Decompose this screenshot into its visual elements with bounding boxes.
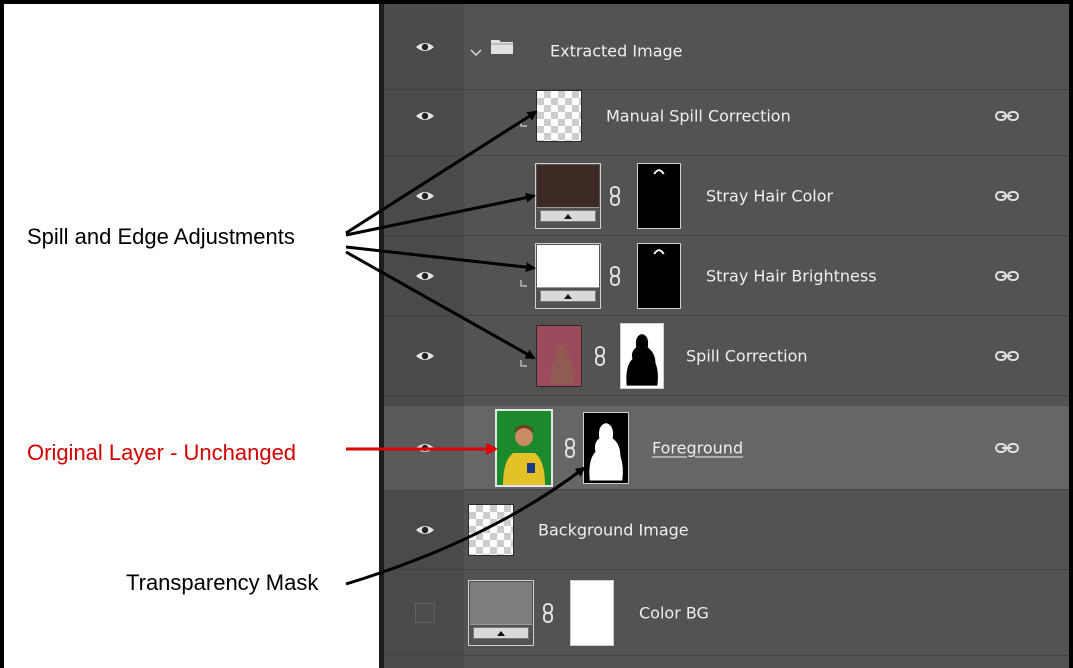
layer-mask-thumbnail[interactable] — [620, 322, 664, 389]
layer-mask-thumbnail[interactable] — [637, 162, 681, 229]
callout-transparency-mask: Transparency Mask — [126, 570, 319, 595]
clip-indicator-icon — [520, 272, 528, 287]
eye-icon[interactable] — [415, 350, 435, 362]
mask-link-icon[interactable] — [594, 345, 606, 366]
visibility-slot — [384, 490, 464, 569]
link-layers-icon[interactable] — [995, 268, 1019, 284]
adjustment-thumbnail[interactable] — [535, 242, 601, 309]
mask-link-icon[interactable] — [609, 265, 621, 286]
color-swatch — [537, 164, 599, 208]
link-layers-icon[interactable] — [995, 108, 1019, 124]
eye-icon[interactable] — [415, 41, 435, 53]
layer-name: Background Image — [538, 520, 689, 539]
layer-thumbnail[interactable] — [536, 324, 582, 387]
layer-name: Color BG — [639, 603, 709, 622]
adjustment-thumbnail[interactable] — [535, 162, 601, 229]
layer-row-foreground[interactable]: Foreground — [384, 406, 1069, 490]
chevron-down-icon[interactable] — [470, 42, 482, 56]
color-swatch — [470, 581, 532, 625]
visibility-slot — [384, 316, 464, 395]
color-swatch — [537, 244, 599, 288]
link-layers-icon[interactable] — [995, 440, 1019, 456]
eye-icon[interactable] — [415, 442, 435, 454]
layer-row-stray-hair-brightness[interactable]: Stray Hair Brightness — [384, 236, 1069, 316]
layer-thumbnail[interactable] — [468, 503, 514, 556]
visibility-slot — [384, 570, 464, 656]
layer-name: Spill Correction — [686, 346, 808, 365]
visibility-slot — [384, 236, 464, 315]
layers-panel: Extracted Image Manual Spill Correction — [384, 4, 1069, 668]
visibility-slot — [384, 406, 464, 490]
layer-thumbnail[interactable] — [536, 89, 582, 142]
layer-name: Manual Spill Correction — [606, 106, 791, 125]
slider-bar-icon — [540, 209, 596, 222]
callout-original-layer: Original Layer - Unchanged — [27, 440, 297, 465]
layer-row-stray-hair-color[interactable]: Stray Hair Color — [384, 156, 1069, 236]
visibility-slot — [384, 76, 464, 155]
mask-link-icon[interactable] — [564, 437, 576, 458]
layer-name: Foreground — [652, 438, 744, 457]
clip-indicator-icon — [520, 352, 528, 367]
layer-mask-thumbnail[interactable] — [570, 579, 614, 646]
eye-icon[interactable] — [415, 110, 435, 122]
layer-name-group: Extracted Image — [550, 41, 683, 61]
layer-mask-thumbnail[interactable] — [637, 242, 681, 309]
screenshot-stage: Extracted Image Manual Spill Correction — [0, 0, 1073, 668]
mask-link-icon[interactable] — [609, 185, 621, 206]
mask-link-icon[interactable] — [542, 602, 554, 623]
visibility-slot — [384, 156, 464, 235]
slider-bar-icon — [540, 289, 596, 302]
layer-name: Stray Hair Brightness — [706, 266, 877, 285]
link-layers-icon[interactable] — [995, 188, 1019, 204]
layer-row-color-bg[interactable]: Color BG — [384, 570, 1069, 656]
layer-row-background-image[interactable]: Background Image — [384, 490, 1069, 570]
layer-name: Stray Hair Color — [706, 186, 834, 205]
eye-icon[interactable] — [415, 270, 435, 282]
folder-icon — [490, 37, 514, 55]
clip-indicator-icon — [520, 112, 528, 127]
slider-bar-icon — [473, 626, 529, 639]
visibility-toggle-off[interactable] — [415, 603, 435, 623]
transparency-mask-thumbnail[interactable] — [583, 411, 629, 484]
layer-thumbnail[interactable] — [495, 408, 553, 487]
callout-spill-edge: Spill and Edge Adjustments — [27, 224, 295, 249]
layer-row-manual-spill-correction[interactable]: Manual Spill Correction — [384, 76, 1069, 156]
eye-icon[interactable] — [415, 524, 435, 536]
adjustment-thumbnail[interactable] — [468, 579, 534, 646]
layer-row-spill-correction[interactable]: Spill Correction — [384, 316, 1069, 396]
eye-icon[interactable] — [415, 190, 435, 202]
link-layers-icon[interactable] — [995, 348, 1019, 364]
